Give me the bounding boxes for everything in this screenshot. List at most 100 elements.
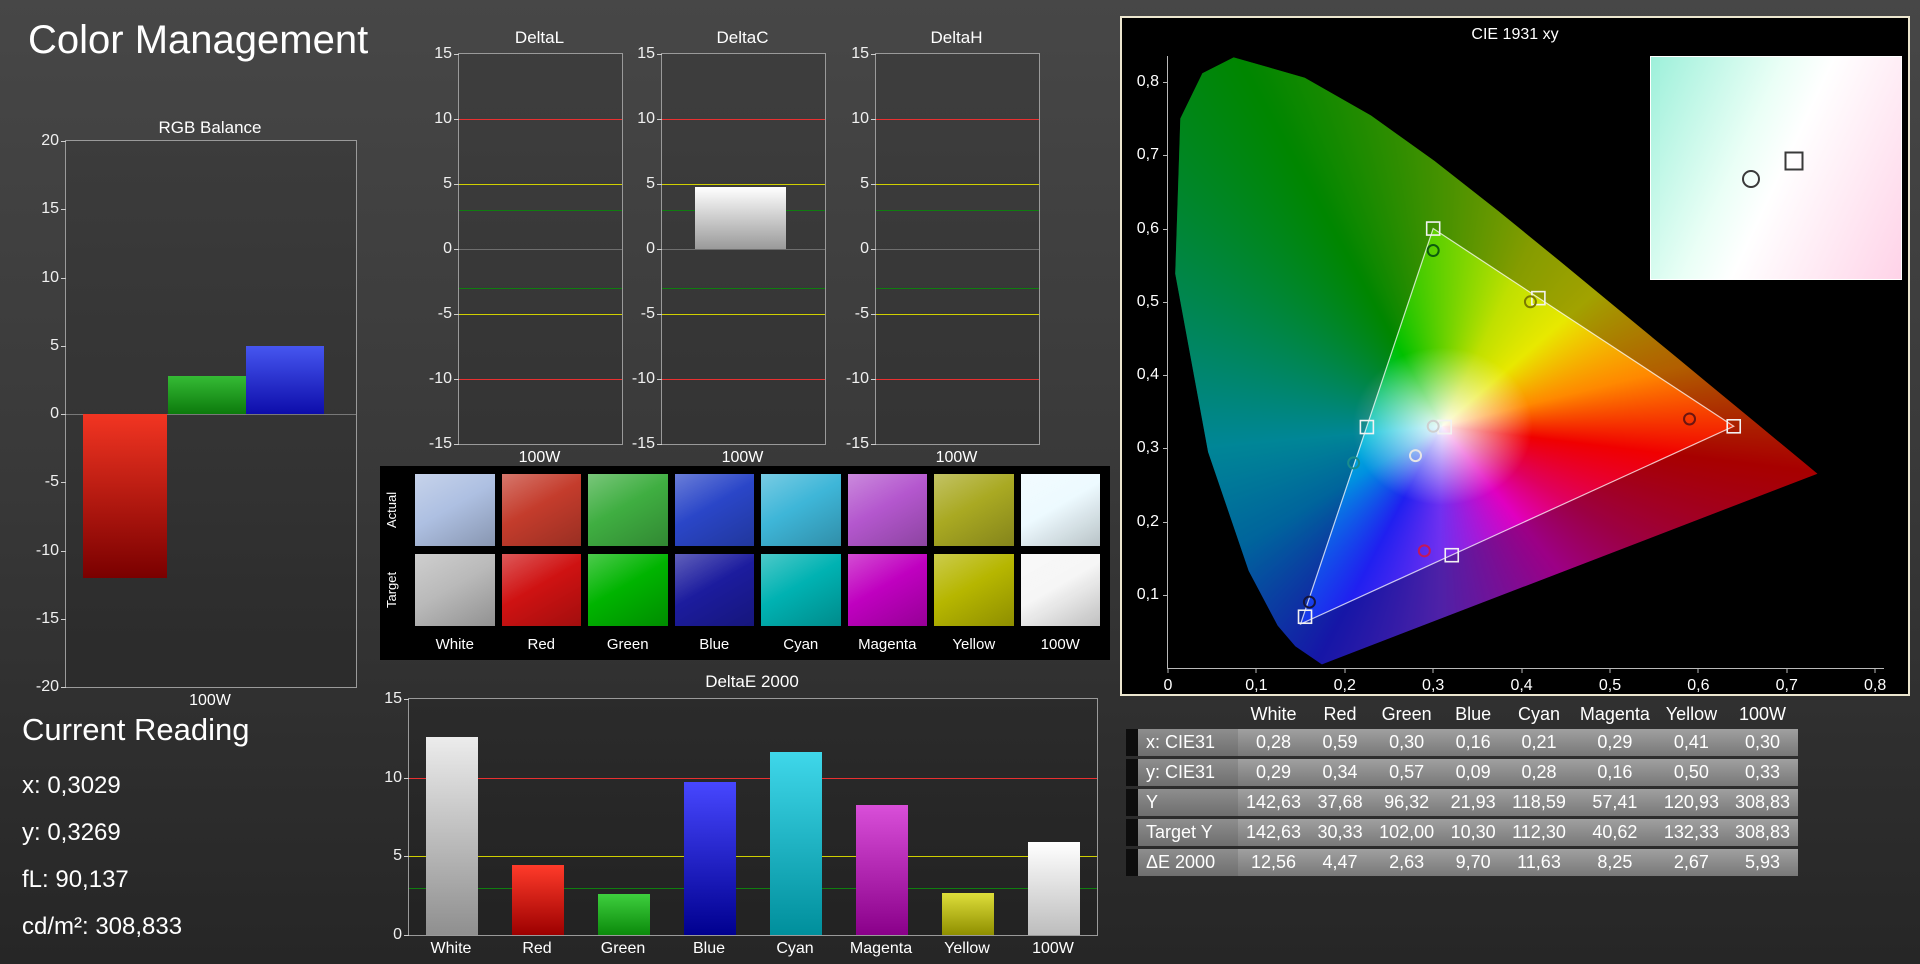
- y-tick-label: 5: [646, 174, 655, 192]
- reference-line: [409, 856, 1097, 858]
- y-tick-label: 10: [41, 268, 59, 286]
- delta-h-x-axis-label: 100W: [935, 449, 978, 466]
- y-tick-mark: [61, 482, 66, 484]
- yellow-bar: [942, 893, 994, 935]
- y-tick-label: -15: [631, 435, 655, 452]
- actual-white-swatch: [415, 474, 495, 546]
- table-body: x: CIE31 0,28 0,59 0,30 0,16 0,21 0,29 0,41 0,30…: [1126, 729, 1799, 876]
- y-tick-mark: [404, 777, 409, 779]
- swatch-column-label-green: Green: [606, 636, 649, 653]
- delta-l-chart: DeltaL 15 10 5 0 -5 -10 -15 100W: [429, 28, 646, 488]
- swatch-column-label-magenta: Magenta: [858, 636, 917, 653]
- y-tick-mark: [454, 118, 459, 120]
- row-strip: [1126, 759, 1138, 786]
- x-tick-label: 0,5: [1598, 677, 1622, 694]
- swatch-corner: [384, 634, 408, 658]
- reference-line: [876, 249, 1039, 250]
- row-label: y: CIE31: [1138, 759, 1238, 786]
- page-title: Color Management: [28, 18, 369, 62]
- value-cell: 308,83: [1726, 819, 1799, 846]
- value-cell: 0,29: [1238, 759, 1310, 786]
- value-cell: 0,30: [1371, 729, 1443, 756]
- x-tick-mark: [1697, 668, 1699, 673]
- x-tick-label: 0,3: [1422, 677, 1445, 694]
- table-row: ΔE 2000 12,56 4,47 2,63 9,70 11,63 8,25 2,67 5,9…: [1126, 849, 1799, 876]
- y-tick-mark: [61, 687, 66, 688]
- delta-l-x-axis-label: 100W: [518, 449, 561, 466]
- swatch-row-label-actual: Actual: [384, 491, 399, 529]
- delta-e-2000-category-labels: White Red Green Blue Cyan Magenta Yellow 100W: [408, 940, 1096, 962]
- reference-line: [662, 183, 825, 185]
- value-cell: 0,21: [1504, 729, 1574, 756]
- y-tick-mark: [454, 249, 459, 250]
- y-tick-mark: [657, 183, 662, 185]
- reference-line: [459, 288, 622, 289]
- y-tick-mark: [61, 345, 66, 347]
- category-label-white: White: [430, 940, 472, 957]
- y-tick-mark: [871, 54, 876, 55]
- column-header-white: White: [1250, 704, 1297, 724]
- measurement-results-table: White Red Green Blue Cyan Magenta Yellow 100W x:…: [1126, 700, 1799, 879]
- y-tick-label: 0,4: [1136, 366, 1159, 384]
- y-tick-label: 10: [434, 109, 452, 127]
- actual-yellow-swatch: [934, 474, 1014, 546]
- delta-c-plot: 15 10 5 0 -5 -10 -15: [632, 45, 826, 452]
- y-tick-mark: [1163, 448, 1168, 450]
- gamut-triangle-outline: [1299, 227, 1735, 626]
- value-cell: 0,41: [1655, 729, 1727, 756]
- swatch-column-label-100w: 100W: [1040, 636, 1080, 653]
- reading-cdm: cd/m²: 308,833: [22, 913, 183, 940]
- value-cell: 0,09: [1442, 759, 1505, 786]
- value-cell: 4,47: [1309, 849, 1372, 876]
- delta-h-plot: 15 10 5 0 -5 -10 -15: [846, 45, 1040, 452]
- value-cell: 0,29: [1573, 729, 1656, 756]
- y-tick-mark: [1163, 82, 1168, 84]
- value-cell: 102,00: [1371, 819, 1443, 846]
- y-tick-mark: [871, 379, 876, 380]
- x-tick-mark: [1874, 668, 1876, 673]
- measured-point-yellow: [1523, 295, 1537, 309]
- row-label: ΔE 2000: [1138, 849, 1238, 876]
- value-cell: 308,83: [1726, 789, 1799, 816]
- y-tick-label: 15: [637, 45, 655, 62]
- color-management-screen: Color Management RGB Balance 20 15 10 5 0 -5 -…: [0, 0, 1920, 964]
- target-green-swatch: [588, 554, 668, 626]
- x-tick-mark: [1432, 668, 1434, 673]
- value-cell: 0,16: [1442, 729, 1505, 756]
- row-label: x: CIE31: [1138, 729, 1238, 756]
- reference-line: [459, 183, 622, 185]
- y-tick-label: 0: [860, 240, 869, 257]
- y-tick-mark: [657, 249, 662, 250]
- value-cell: 37,68: [1309, 789, 1372, 816]
- white-bar: [426, 737, 478, 935]
- y-tick-label: -10: [428, 370, 452, 387]
- target-100w-swatch: [1020, 554, 1100, 626]
- reference-line: [459, 118, 622, 120]
- reference-line: [459, 313, 622, 315]
- reference-line: [662, 249, 825, 250]
- y-tick-mark: [454, 183, 459, 185]
- actual-green-swatch: [588, 474, 668, 546]
- delta-h-chart-title: DeltaH: [930, 28, 983, 47]
- column-header-green: Green: [1381, 704, 1432, 724]
- reference-line: [662, 118, 825, 120]
- y-tick-label: 0: [443, 240, 452, 257]
- red-bar: [512, 864, 564, 935]
- y-tick-mark: [404, 856, 409, 858]
- 100w-bar: [1028, 841, 1080, 935]
- y-tick-mark: [404, 699, 409, 700]
- category-label-blue: Blue: [692, 940, 726, 957]
- reference-line: [459, 379, 622, 380]
- value-cell: 142,63: [1238, 819, 1310, 846]
- deltac-bar: [694, 186, 786, 249]
- category-label-magenta: Magenta: [849, 940, 913, 957]
- y-tick-label: 0,1: [1136, 585, 1159, 603]
- table-row: Y 142,63 37,68 96,32 21,93 118,59 57,41 120,93 3…: [1126, 789, 1799, 816]
- target-red-swatch: [501, 554, 581, 626]
- y-tick-label: 5: [860, 174, 869, 192]
- current-reading-values: x: 0,3029 y: 0,3269 fL: 90,137 cd/m²: 308,8…: [22, 772, 249, 941]
- actual-100w-swatch: [1020, 474, 1100, 546]
- rgb-balance-plot: 20 15 10 5 0 -5 -10 -15 -20: [36, 132, 357, 695]
- category-label-100w: 100W: [1032, 940, 1074, 957]
- y-tick-label: 0: [50, 405, 59, 422]
